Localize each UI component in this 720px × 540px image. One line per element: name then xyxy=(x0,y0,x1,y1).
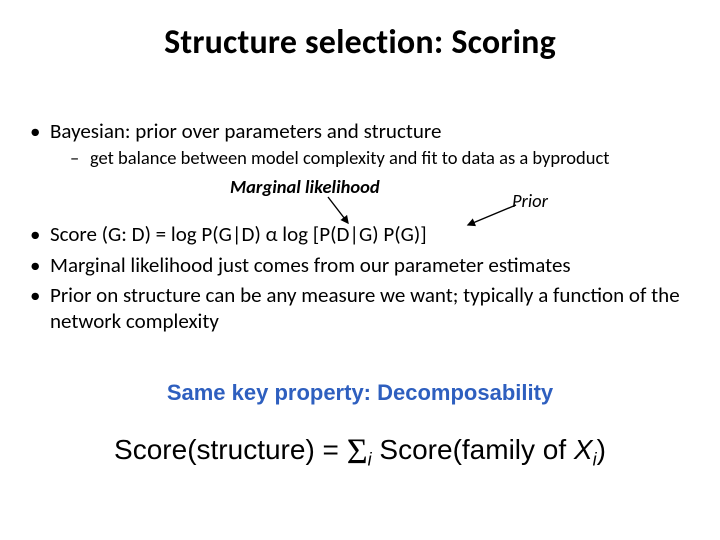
sigma-symbol: Σ xyxy=(347,431,368,471)
score-eq-post: log [P(D|G) P(G)] xyxy=(278,221,427,247)
bullet-prior-structure: Prior on structure can be any measure we… xyxy=(28,282,692,335)
formula-rhs-post: ) xyxy=(597,434,606,465)
bullet-bayesian-text: Bayesian: prior over parameters and stru… xyxy=(50,118,441,144)
x-variable: X xyxy=(574,434,593,465)
prior-label: Prior xyxy=(512,189,548,212)
bullet-list: Bayesian: prior over parameters and stru… xyxy=(28,118,692,334)
sub-bullet-balance: get balance between model complexity and… xyxy=(50,146,692,169)
arrow-ml xyxy=(328,197,348,223)
key-property-line: Same key property: Decomposability xyxy=(0,380,720,406)
annotation-row: Marginal likelihood Prior xyxy=(90,175,692,217)
score-eq-pre: Score (G: D) = log P(G|D) xyxy=(50,221,266,247)
slide-body: Bayesian: prior over parameters and stru… xyxy=(28,118,692,338)
marginal-likelihood-label: Marginal likelihood xyxy=(230,175,380,198)
sub-bullet-list: get balance between model complexity and… xyxy=(50,146,692,169)
score-eq-prop: α xyxy=(266,221,278,247)
formula-lhs: Score(structure) = xyxy=(114,434,347,465)
formula-rhs-pre: Score(family of xyxy=(372,434,574,465)
bullet-score-eq: Score (G: D) = log P(G|D) α log [P(D|G) … xyxy=(28,221,692,247)
slide-title: Structure selection: Scoring xyxy=(0,22,720,63)
bullet-bayesian: Bayesian: prior over parameters and stru… xyxy=(28,118,692,217)
slide: Structure selection: Scoring Bayesian: p… xyxy=(0,0,720,540)
bullet-marginal-likelihood: Marginal likelihood just comes from our … xyxy=(28,252,692,278)
decomposability-formula: Score(structure) = Σi Score(family of Xi… xyxy=(0,430,720,472)
